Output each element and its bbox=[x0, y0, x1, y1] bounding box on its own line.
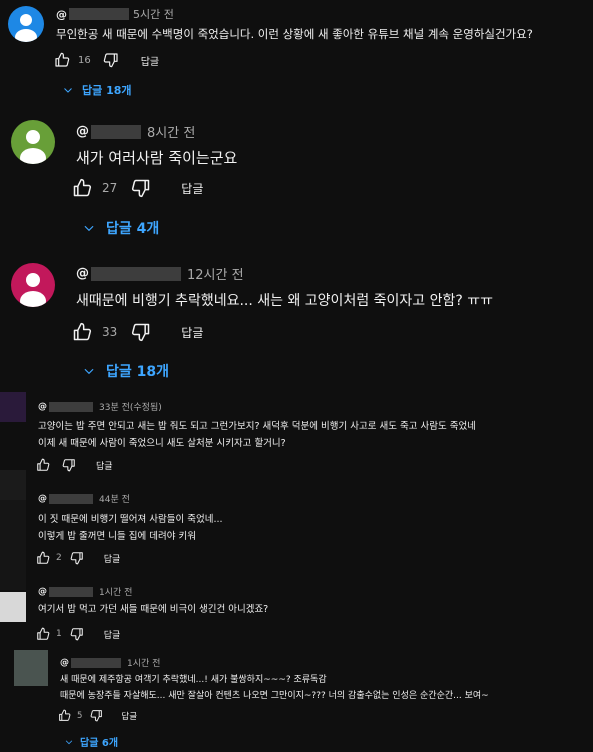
chevron-down-icon bbox=[84, 225, 94, 232]
dislike-icon[interactable] bbox=[90, 709, 103, 722]
reply-button[interactable]: 답글 bbox=[121, 710, 137, 722]
view-replies-button[interactable]: 답글 18개 bbox=[82, 361, 169, 381]
dislike-icon[interactable] bbox=[62, 458, 76, 472]
like-icon[interactable] bbox=[58, 709, 71, 722]
comment-text: 여기서 밥 먹고 가던 새들 때문에 비극이 생긴건 아니겠죠? bbox=[38, 604, 269, 615]
comment-text-line-1: 이 짓 때문에 비행기 떨어져 사람들이 죽었네... bbox=[38, 514, 223, 525]
reply-button[interactable]: 답글 bbox=[104, 628, 121, 641]
dislike-icon[interactable] bbox=[131, 178, 151, 198]
like-icon[interactable] bbox=[36, 551, 50, 565]
user-icon bbox=[20, 130, 46, 164]
reply-button[interactable]: 답글 bbox=[104, 552, 121, 565]
redacted-name bbox=[91, 266, 181, 281]
like-count: 27 bbox=[102, 181, 118, 195]
redacted-name bbox=[49, 586, 93, 597]
redacted-name bbox=[49, 401, 93, 412]
timestamp[interactable]: 8시간 전 bbox=[147, 122, 195, 141]
dislike-icon[interactable] bbox=[103, 52, 119, 68]
like-count: 5 bbox=[77, 710, 83, 721]
like-count: 2 bbox=[56, 553, 62, 563]
reply-button[interactable]: 답글 bbox=[181, 180, 203, 197]
view-replies-button[interactable]: 답글 18개 bbox=[62, 82, 132, 98]
author-handle[interactable]: @ bbox=[76, 266, 89, 281]
comment-text: 새가 여러사람 죽이는군요 bbox=[76, 149, 238, 167]
avatar-strip bbox=[0, 500, 26, 590]
dislike-icon[interactable] bbox=[131, 322, 151, 342]
comment-text-line-2: 이제 새 때문에 사람이 죽었으니 새도 살처분 시키자고 할거니? bbox=[38, 438, 286, 449]
avatar[interactable] bbox=[8, 6, 44, 42]
like-icon[interactable] bbox=[72, 322, 92, 342]
avatar[interactable] bbox=[0, 592, 26, 622]
author-handle[interactable]: @ bbox=[38, 494, 47, 504]
chevron-down-icon bbox=[84, 368, 94, 375]
user-icon bbox=[20, 273, 46, 307]
author-handle[interactable]: @ bbox=[56, 8, 67, 21]
comment-text: 새때문에 비행기 추락했네요... 새는 왜 고양이처럼 죽이자고 안함? ㅠㅠ bbox=[76, 293, 494, 309]
author-handle[interactable]: @ bbox=[60, 658, 69, 668]
chevron-down-icon bbox=[65, 739, 73, 744]
comment-text-line-1: 고양이는 밥 주면 안되고 새는 밥 줘도 되고 그런가보지? 새덕후 덕분에 … bbox=[38, 421, 476, 432]
timestamp[interactable]: 44분 전 bbox=[99, 492, 130, 505]
author-handle[interactable]: @ bbox=[38, 587, 47, 597]
timestamp[interactable]: 5시간 전 bbox=[133, 6, 174, 22]
reply-button[interactable]: 답글 bbox=[96, 459, 113, 472]
author-handle[interactable]: @ bbox=[38, 402, 47, 412]
like-count: 33 bbox=[102, 325, 118, 339]
redacted-name bbox=[71, 657, 121, 668]
comment-text: 무인한공 새 때문에 수백명이 죽었습니다. 이런 상황에 새 좋아한 유튜브 … bbox=[56, 27, 533, 41]
avatar[interactable] bbox=[11, 263, 55, 307]
like-icon[interactable] bbox=[54, 52, 70, 68]
chevron-down-icon bbox=[64, 88, 72, 93]
like-icon[interactable] bbox=[72, 178, 92, 198]
avatar[interactable] bbox=[11, 120, 55, 164]
timestamp[interactable]: 33분 전(수정됨) bbox=[99, 400, 162, 413]
user-icon bbox=[15, 14, 37, 42]
timestamp[interactable]: 1시간 전 bbox=[127, 656, 160, 669]
view-replies-button[interactable]: 답글 4개 bbox=[82, 218, 159, 238]
reply-button[interactable]: 답글 bbox=[141, 53, 159, 68]
author-handle[interactable]: @ bbox=[76, 124, 89, 139]
reply-button[interactable]: 답글 bbox=[181, 324, 203, 341]
view-replies-button[interactable]: 답글 6개 bbox=[64, 734, 118, 749]
timestamp[interactable]: 12시간 전 bbox=[187, 264, 244, 283]
comment-text-line-1: 새 때문에 제주항공 여객기 추락했네...! 새가 불쌍하지~~~? 조류독감 bbox=[60, 675, 327, 685]
avatar[interactable] bbox=[14, 650, 48, 686]
comment-text-line-2: 때문에 농장주들 자살해도... 새만 잘살아 컨텐츠 나오면 그만이지~???… bbox=[60, 691, 489, 701]
like-count: 1 bbox=[56, 629, 62, 639]
like-count: 16 bbox=[78, 54, 91, 66]
redacted-name bbox=[49, 493, 93, 504]
like-icon[interactable] bbox=[36, 458, 50, 472]
dislike-icon[interactable] bbox=[70, 551, 84, 565]
avatar[interactable] bbox=[0, 392, 26, 422]
dislike-icon[interactable] bbox=[70, 627, 84, 641]
avatar[interactable] bbox=[0, 470, 26, 500]
redacted-name bbox=[69, 8, 129, 20]
like-icon[interactable] bbox=[36, 627, 50, 641]
redacted-name bbox=[91, 124, 141, 139]
comment-text-line-2: 이렇게 밥 줄꺼면 니들 집에 데려야 키워 bbox=[38, 531, 196, 542]
timestamp[interactable]: 1시간 전 bbox=[99, 585, 132, 598]
